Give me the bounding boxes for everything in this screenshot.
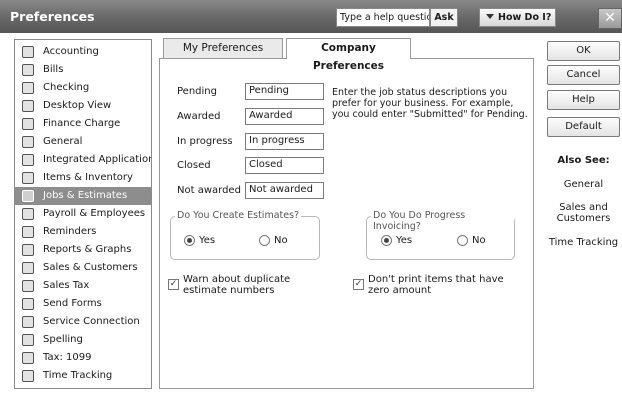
job-status-description: Enter the job status descriptions you pr… [332,87,528,120]
desktop-view-icon [22,100,34,112]
bills-icon [22,64,34,76]
sales-customers-icon [22,262,34,274]
tab-company-preferences[interactable]: Company Preferences [286,38,411,72]
sidebar-item-spelling[interactable]: Spelling [15,331,151,349]
cancel-button[interactable]: Cancel [547,65,620,85]
dropdown-arrow-icon [486,14,494,19]
sidebar-item-items-inventory[interactable]: Items & Inventory [15,169,151,187]
pending-label: Pending [177,86,217,97]
estimates-no-radio[interactable] [259,235,270,246]
close-button[interactable]: ✕ [598,8,622,29]
payroll-icon [22,208,34,220]
title-bar: Preferences Type a help question Ask How… [0,0,622,33]
preferences-category-list[interactable]: Accounting Bills Checking Desktop View F… [14,39,152,389]
also-see-general-link[interactable]: General [547,179,620,190]
sidebar-item-service-connection[interactable]: Service Connection [15,313,151,331]
service-connection-icon [22,316,34,328]
sidebar-item-sales-customers[interactable]: Sales & Customers [15,259,151,277]
sidebar-item-checking[interactable]: Checking [15,79,151,97]
tax-1099-icon [22,352,34,364]
create-estimates-title: Do You Create Estimates? [175,210,302,221]
sidebar-item-finance-charge[interactable]: Finance Charge [15,115,151,133]
awarded-field[interactable]: Awarded [245,108,324,125]
default-button[interactable]: Default [547,117,620,137]
estimates-no-label: No [274,235,288,246]
also-see-title: Also See: [557,155,610,166]
closed-field[interactable]: Closed [245,157,324,174]
tab-my-preferences[interactable]: My Preferences [163,38,283,58]
send-forms-icon [22,298,34,310]
sidebar-item-general[interactable]: General [15,133,151,151]
help-search-input[interactable]: Type a help question [336,8,430,27]
general-icon [22,136,34,148]
not-awarded-label: Not awarded [177,185,241,196]
sidebar-item-reminders[interactable]: Reminders [15,223,151,241]
dont-print-zero-checkbox[interactable]: ✓ [353,279,364,290]
not-awarded-field[interactable]: Not awarded [245,182,324,199]
estimates-yes-label: Yes [199,235,216,246]
sidebar-item-accounting[interactable]: Accounting [15,43,151,61]
time-tracking-icon [22,370,34,382]
sales-tax-icon [22,280,34,292]
sidebar-item-tax-1099[interactable]: Tax: 1099 [15,349,151,367]
also-see-sales-customers-link[interactable]: Sales and Customers [547,202,620,224]
sidebar-item-integrated-applications[interactable]: Integrated Applications [15,151,151,169]
sidebar-item-reports-graphs[interactable]: Reports & Graphs [15,241,151,259]
spelling-icon [22,334,34,346]
closed-label: Closed [177,160,211,171]
how-do-i-label: How Do I? [498,12,552,23]
ok-button[interactable]: OK [547,41,620,61]
checking-icon [22,82,34,94]
reminders-icon [22,226,34,238]
pending-field[interactable]: Pending [245,83,324,100]
warn-duplicate-label: Warn about duplicate estimate numbers [183,274,291,296]
sidebar-item-payroll-employees[interactable]: Payroll & Employees [15,205,151,223]
reports-graphs-icon [22,244,34,256]
window-title: Preferences [10,9,95,24]
help-button[interactable]: Help [547,90,620,110]
ask-button[interactable]: Ask [430,8,458,27]
progress-no-label: No [472,235,486,246]
in-progress-field[interactable]: In progress [245,133,324,150]
sidebar-item-desktop-view[interactable]: Desktop View [15,97,151,115]
awarded-label: Awarded [177,111,221,122]
sidebar-item-jobs-estimates[interactable]: Jobs & Estimates [15,187,151,205]
dont-print-zero-label: Don't print items that have zero amount [368,274,504,296]
sidebar-item-bills[interactable]: Bills [15,61,151,79]
in-progress-label: In progress [177,136,233,147]
sidebar-item-sales-tax[interactable]: Sales Tax [15,277,151,295]
sidebar-item-time-tracking[interactable]: Time Tracking [15,367,151,385]
also-see-time-tracking-link[interactable]: Time Tracking [547,237,620,248]
warn-duplicate-checkbox[interactable]: ✓ [168,279,179,290]
how-do-i-button[interactable]: How Do I? [479,8,556,27]
sidebar-item-send-forms[interactable]: Send Forms [15,295,151,313]
estimates-yes-radio[interactable] [184,235,195,246]
progress-yes-radio[interactable] [381,235,392,246]
items-inventory-icon [22,172,34,184]
finance-charge-icon [22,118,34,130]
jobs-estimates-icon [22,190,34,202]
accounting-icon [22,46,34,58]
progress-no-radio[interactable] [457,235,468,246]
progress-invoicing-title: Do You Do Progress Invoicing? [371,210,514,232]
progress-yes-label: Yes [396,235,413,246]
integrated-applications-icon [22,154,34,166]
